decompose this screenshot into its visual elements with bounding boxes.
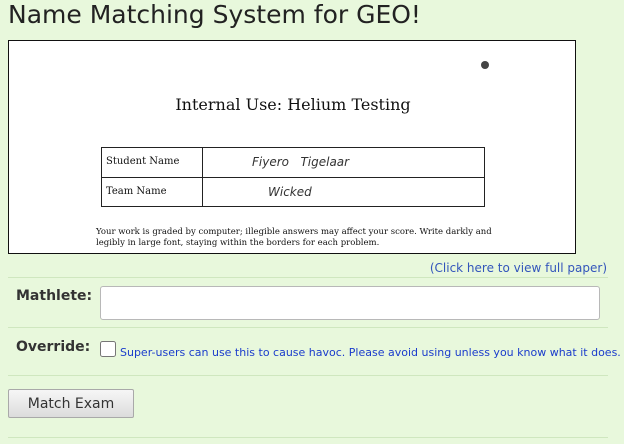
team-name-handwriting: Wicked — [268, 185, 312, 199]
override-note: Super-users can use this to cause havoc.… — [120, 346, 621, 359]
page-title: Name Matching System for GEO! — [8, 0, 421, 29]
override-checkbox[interactable] — [100, 341, 116, 357]
exam-instructions: Your work is graded by computer; illegib… — [96, 227, 492, 248]
student-name-handwriting: Fiyero Tigelaar — [252, 155, 350, 169]
exam-heading: Internal Use: Helium Testing — [175, 95, 411, 114]
name-box-table: Student Name Team Name Fiyero Tigelaar W… — [101, 147, 485, 207]
student-name-label: Student Name — [106, 156, 180, 167]
mathlete-input[interactable] — [100, 286, 600, 320]
override-label: Override: — [16, 339, 91, 355]
view-full-paper-link[interactable]: (Click here to view full paper) — [430, 261, 607, 275]
divider — [8, 437, 608, 438]
table-divider — [202, 148, 203, 206]
divider — [8, 277, 608, 278]
exam-preview-image: Internal Use: Helium Testing Student Nam… — [8, 40, 576, 254]
scan-dot — [481, 61, 489, 69]
divider — [8, 327, 608, 328]
mathlete-label: Mathlete: — [16, 288, 93, 304]
team-name-label: Team Name — [106, 186, 167, 197]
divider — [8, 375, 608, 376]
match-exam-button[interactable]: Match Exam — [8, 389, 134, 418]
